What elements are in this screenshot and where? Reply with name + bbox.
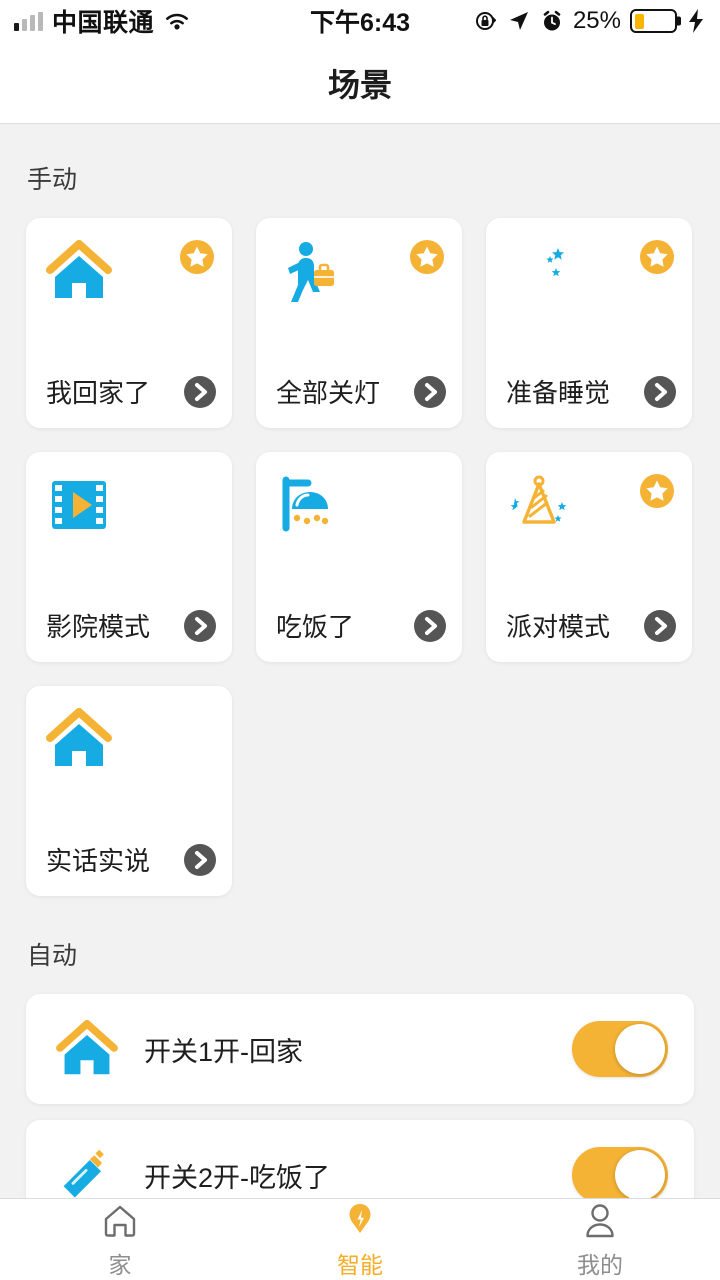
smart-pin-icon bbox=[349, 1203, 371, 1233]
favorite-star-badge-icon[interactable] bbox=[410, 240, 444, 274]
favorite-star-badge-icon[interactable] bbox=[180, 240, 214, 274]
manual-scene-grid: 我回家了 全部关灯 准备睡觉 影院模式 吃饭了 派对模式 实话实说 bbox=[0, 218, 720, 896]
automation-row[interactable]: 开关2开-吃饭了 bbox=[26, 1120, 694, 1198]
scene-card[interactable]: 全部关灯 bbox=[256, 218, 462, 428]
scene-card-footer: 吃饭了 bbox=[276, 607, 446, 644]
automation-row[interactable]: 开关1开-回家 bbox=[26, 994, 694, 1104]
scene-content-scroll[interactable]: 手动 我回家了 全部关灯 准备睡觉 影院模式 吃饭了 派对模式 实话实说 自动 … bbox=[0, 125, 720, 1198]
scene-label: 全部关灯 bbox=[276, 378, 381, 408]
person-outline-icon bbox=[586, 1203, 614, 1237]
battery-percentage: 25% bbox=[572, 7, 621, 34]
status-bar: 中国联通 下午6:43 25% bbox=[0, 0, 720, 42]
automation-label: 开关2开-吃饭了 bbox=[144, 1162, 331, 1193]
location-arrow-icon bbox=[509, 12, 528, 30]
baby-bottle-icon bbox=[63, 1149, 104, 1198]
chevron-right-icon[interactable] bbox=[644, 609, 676, 642]
tab-smart[interactable]: 智能 bbox=[240, 1199, 480, 1280]
favorite-star-badge-icon[interactable] bbox=[640, 240, 674, 274]
battery-icon bbox=[630, 9, 677, 33]
signal-bars-icon bbox=[14, 11, 43, 31]
charging-bolt-icon bbox=[689, 9, 703, 33]
automation-toggle[interactable] bbox=[572, 1147, 668, 1198]
tab-smart-label: 智能 bbox=[337, 1251, 383, 1278]
carrier-name: 中国联通 bbox=[52, 9, 155, 37]
film-play-icon bbox=[52, 481, 106, 529]
favorite-star-badge-icon[interactable] bbox=[640, 474, 674, 508]
home-outline-icon bbox=[104, 1205, 136, 1237]
party-hat-icon bbox=[510, 475, 567, 524]
page-title: 场景 bbox=[327, 66, 392, 103]
chevron-right-icon[interactable] bbox=[644, 375, 676, 408]
scene-card[interactable]: 实话实说 bbox=[26, 686, 232, 896]
toggle-knob bbox=[615, 1150, 665, 1198]
scene-card-footer: 全部关灯 bbox=[276, 373, 446, 410]
scene-card[interactable]: 准备睡觉 bbox=[486, 218, 692, 428]
tab-profile-label: 我的 bbox=[577, 1251, 623, 1278]
status-bar-right: 25% bbox=[474, 7, 706, 35]
tab-home-label: 家 bbox=[108, 1251, 132, 1278]
chevron-right-icon[interactable] bbox=[414, 375, 446, 408]
scene-card-footer: 我回家了 bbox=[46, 373, 216, 410]
chevron-right-icon[interactable] bbox=[414, 609, 446, 642]
section-title-manual: 手动 bbox=[27, 166, 78, 194]
scene-card[interactable]: 派对模式 bbox=[486, 452, 692, 662]
scene-label: 我回家了 bbox=[46, 378, 151, 408]
page-header: 场景 bbox=[0, 42, 720, 124]
scene-card[interactable]: 影院模式 bbox=[26, 452, 232, 662]
toggle-knob bbox=[615, 1024, 665, 1074]
scene-card[interactable]: 吃饭了 bbox=[256, 452, 462, 662]
scene-label: 派对模式 bbox=[506, 612, 611, 642]
automation-label: 开关1开-回家 bbox=[144, 1036, 304, 1067]
person-leaving-icon bbox=[288, 242, 334, 302]
home-icon bbox=[56, 1020, 118, 1075]
rotation-lock-icon bbox=[475, 12, 497, 30]
scene-card-footer: 派对模式 bbox=[506, 607, 676, 644]
moon-stars-icon bbox=[517, 246, 564, 296]
shower-icon bbox=[282, 476, 329, 532]
scene-label: 实话实说 bbox=[46, 846, 151, 876]
scene-label: 影院模式 bbox=[46, 612, 151, 642]
chevron-right-icon[interactable] bbox=[184, 843, 216, 876]
automation-toggle[interactable] bbox=[572, 1021, 668, 1077]
chevron-right-icon[interactable] bbox=[184, 609, 216, 642]
tab-profile[interactable]: 我的 bbox=[480, 1199, 720, 1280]
scene-card-footer: 实话实说 bbox=[46, 841, 216, 878]
tab-home[interactable]: 家 bbox=[0, 1199, 240, 1280]
alarm-clock-icon bbox=[543, 10, 561, 31]
scene-label: 准备睡觉 bbox=[506, 378, 611, 408]
home-icon bbox=[46, 240, 112, 298]
wifi-icon bbox=[166, 13, 188, 30]
bottom-tab-bar: 家 智能 我的 bbox=[0, 1198, 720, 1280]
scene-card-footer: 影院模式 bbox=[46, 607, 216, 644]
scene-card-footer: 准备睡觉 bbox=[506, 373, 676, 410]
scene-card[interactable]: 我回家了 bbox=[26, 218, 232, 428]
chevron-right-icon[interactable] bbox=[184, 375, 216, 408]
home-icon bbox=[46, 708, 112, 766]
automation-list: 开关1开-回家 开关2开-吃饭了 bbox=[0, 994, 720, 1198]
section-title-automatic: 自动 bbox=[27, 942, 78, 970]
scene-label: 吃饭了 bbox=[276, 612, 355, 642]
status-bar-left: 中国联通 bbox=[14, 3, 191, 39]
